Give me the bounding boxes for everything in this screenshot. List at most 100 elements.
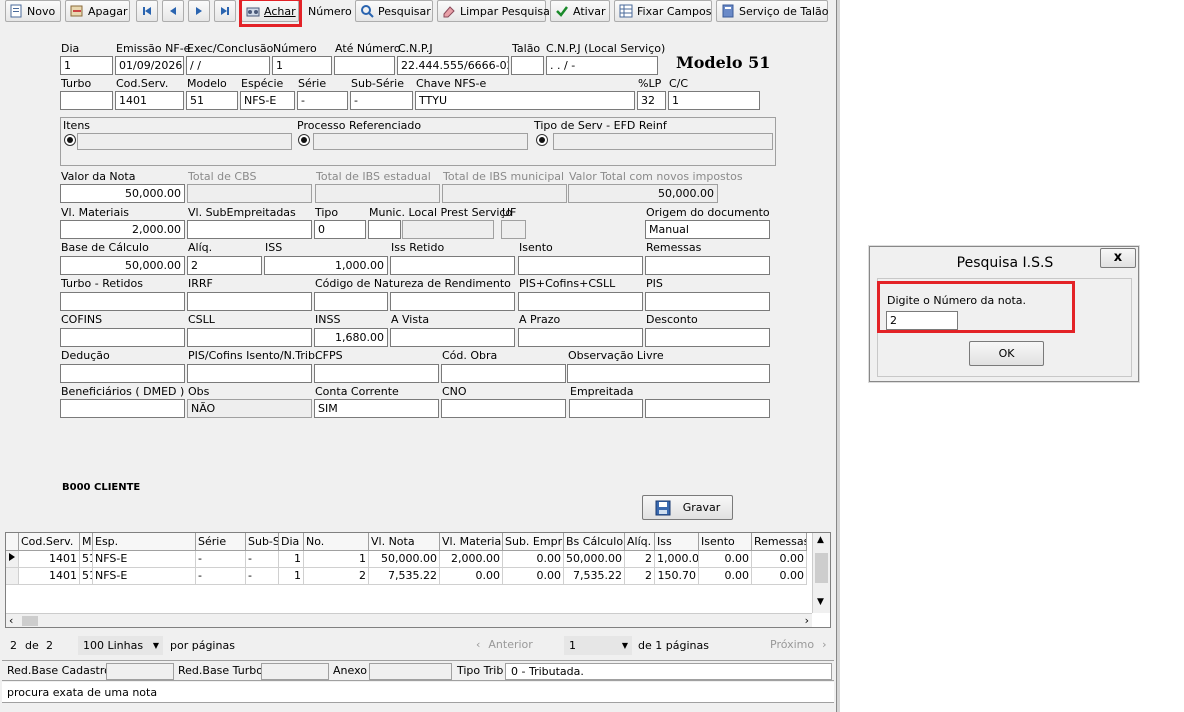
serie-field[interactable]: - bbox=[297, 91, 348, 110]
turbo-field[interactable] bbox=[60, 91, 113, 110]
scroll-down-icon[interactable]: ▼ bbox=[817, 597, 824, 607]
grid-header-9[interactable]: Sub. Empr bbox=[503, 533, 564, 551]
grid-cell[interactable]: 1 bbox=[279, 551, 304, 568]
row-indicator[interactable] bbox=[6, 568, 19, 585]
gravar-button[interactable]: Gravar bbox=[642, 495, 733, 520]
grid-header-10[interactable]: Bs Cálculo bbox=[564, 533, 625, 551]
anexo-field[interactable] bbox=[369, 663, 452, 680]
tipo-field[interactable]: 0 bbox=[314, 220, 366, 239]
grid-cell[interactable]: - bbox=[246, 551, 279, 568]
cno-field[interactable] bbox=[441, 399, 566, 418]
grid-header-6[interactable]: No. bbox=[304, 533, 369, 551]
pis-cofins-isento-field[interactable] bbox=[187, 364, 312, 383]
grid-cell[interactable]: NFS-E bbox=[93, 551, 196, 568]
nota-number-input[interactable]: 2 bbox=[886, 311, 958, 330]
emissao-field[interactable]: 01/09/2026 bbox=[115, 56, 184, 75]
grid-header-5[interactable]: Dia bbox=[279, 533, 304, 551]
grid-header-7[interactable]: Vl. Nota bbox=[369, 533, 440, 551]
grid-cell[interactable]: 7,535.22 bbox=[564, 568, 625, 585]
grid-cell[interactable]: 0.00 bbox=[752, 551, 807, 568]
conta-corrente-field[interactable]: SIM bbox=[314, 399, 439, 418]
cnpj-local-field[interactable]: . . / - bbox=[546, 56, 658, 75]
grid-header-4[interactable]: Sub-S bbox=[246, 533, 279, 551]
grid-cell[interactable]: 2 bbox=[625, 568, 655, 585]
irrf-field[interactable] bbox=[187, 292, 312, 311]
cod-natureza-desc-field[interactable] bbox=[390, 292, 515, 311]
obs-livre-field[interactable] bbox=[567, 364, 770, 383]
grid-cell[interactable]: 0.00 bbox=[503, 551, 564, 568]
dia-field[interactable]: 1 bbox=[60, 56, 113, 75]
scroll-h-thumb[interactable] bbox=[22, 616, 38, 626]
vl-materiais-field[interactable]: 2,000.00 bbox=[60, 220, 185, 239]
grid-cell[interactable]: 150.70 bbox=[655, 568, 699, 585]
inss-field[interactable]: 1,680.00 bbox=[314, 328, 388, 347]
base-calculo-field[interactable]: 50,000.00 bbox=[60, 256, 185, 275]
origem-field[interactable]: Manual bbox=[645, 220, 770, 239]
isento-field[interactable] bbox=[518, 256, 643, 275]
grid-cell[interactable]: 1401 bbox=[19, 568, 80, 585]
grid-cell[interactable]: 1 bbox=[279, 568, 304, 585]
pesquisar-button[interactable]: Pesquisar bbox=[355, 0, 433, 22]
numero-field[interactable]: 1 bbox=[272, 56, 332, 75]
grid-cell[interactable]: 0.00 bbox=[752, 568, 807, 585]
lp-field[interactable]: 32 bbox=[637, 91, 666, 110]
grid-header-12[interactable]: Iss bbox=[655, 533, 699, 551]
red-base-cadastro-field[interactable] bbox=[106, 663, 174, 680]
grid-cell[interactable]: 0.00 bbox=[440, 568, 503, 585]
deducao-field[interactable] bbox=[60, 364, 185, 383]
grid-header-8[interactable]: Vl. Materiais bbox=[440, 533, 503, 551]
lines-per-page-select[interactable]: 100 Linhas ▼ bbox=[78, 636, 163, 655]
grid-cell[interactable]: 2 bbox=[304, 568, 369, 585]
exec-field[interactable]: / / bbox=[186, 56, 270, 75]
novo-button[interactable]: Novo bbox=[5, 0, 61, 22]
ate-numero-field[interactable] bbox=[334, 56, 395, 75]
ativar-button[interactable]: Ativar bbox=[550, 0, 610, 22]
tipo-serv-radio[interactable] bbox=[536, 134, 548, 146]
grid-cell[interactable]: 0.00 bbox=[699, 568, 752, 585]
grid-cell[interactable]: 7,535.22 bbox=[369, 568, 440, 585]
grid-header-0[interactable]: Cod.Serv. bbox=[19, 533, 80, 551]
cofins-field[interactable] bbox=[60, 328, 185, 347]
grid-header-14[interactable]: Remessas bbox=[752, 533, 807, 551]
grid-header-1[interactable]: M. bbox=[80, 533, 93, 551]
grid-cell[interactable]: - bbox=[196, 551, 246, 568]
cod-natureza-field[interactable] bbox=[314, 292, 388, 311]
cod-serv-field[interactable]: 1401 bbox=[115, 91, 184, 110]
apagar-button[interactable]: Apagar bbox=[65, 0, 130, 22]
talao-field[interactable] bbox=[511, 56, 544, 75]
proximo-button[interactable]: Próximo › bbox=[770, 638, 827, 651]
grid-cell[interactable]: 50,000.00 bbox=[564, 551, 625, 568]
grid-vertical-scrollbar[interactable]: ▲ ▼ bbox=[812, 533, 830, 613]
desconto-field[interactable] bbox=[645, 328, 770, 347]
grid-cell[interactable]: 2 bbox=[625, 551, 655, 568]
row-indicator[interactable] bbox=[6, 551, 19, 568]
valor-nota-field[interactable]: 50,000.00 bbox=[60, 184, 185, 203]
itens-field[interactable] bbox=[77, 133, 292, 150]
scroll-left-icon[interactable]: ‹ bbox=[9, 614, 13, 627]
munic-code-field[interactable] bbox=[368, 220, 401, 239]
pis-field[interactable] bbox=[645, 292, 770, 311]
processo-field[interactable] bbox=[313, 133, 528, 150]
cc-field[interactable]: 1 bbox=[668, 91, 760, 110]
tipo-serv-field[interactable] bbox=[553, 133, 773, 150]
grid-cell[interactable]: 51 bbox=[80, 568, 93, 585]
grid-cell[interactable]: 50,000.00 bbox=[369, 551, 440, 568]
grid-cell[interactable]: 1401 bbox=[19, 551, 80, 568]
itens-radio[interactable] bbox=[64, 134, 76, 146]
grid-cell[interactable]: - bbox=[196, 568, 246, 585]
pis-cofins-csll-field[interactable] bbox=[518, 292, 643, 311]
obs-field[interactable]: NÃO bbox=[187, 399, 312, 418]
red-base-turbo-field[interactable] bbox=[261, 663, 329, 680]
previous-record-button[interactable] bbox=[162, 0, 184, 22]
grid-header-3[interactable]: Série bbox=[196, 533, 246, 551]
grid-cell[interactable]: 51 bbox=[80, 551, 93, 568]
grid-cell[interactable]: 0.00 bbox=[503, 568, 564, 585]
notes-grid[interactable]: Cod.Serv.M.Esp.SérieSub-SDiaNo.Vl. NotaV… bbox=[5, 532, 831, 628]
ok-button[interactable]: OK bbox=[969, 341, 1044, 366]
turbo-retidos-field[interactable] bbox=[60, 292, 185, 311]
processo-radio[interactable] bbox=[298, 134, 310, 146]
servico-talao-button[interactable]: Serviço de Talão bbox=[716, 0, 829, 22]
cod-obra-field[interactable] bbox=[441, 364, 566, 383]
vl-sub-field[interactable] bbox=[187, 220, 312, 239]
iss-retido-field[interactable] bbox=[390, 256, 515, 275]
